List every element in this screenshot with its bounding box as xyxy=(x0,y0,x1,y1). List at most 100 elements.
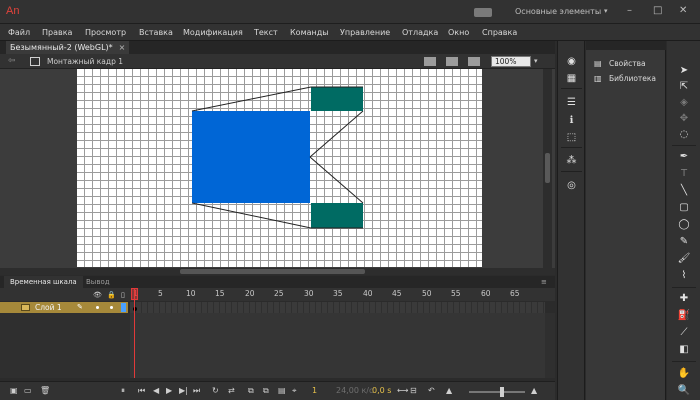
small-mountain-icon[interactable]: ▲ xyxy=(446,386,452,395)
brush-icon[interactable]: 🖌 xyxy=(677,253,691,265)
onion-outline-icon[interactable]: ⧉ xyxy=(263,386,269,396)
color-wheel-icon[interactable]: ▦ xyxy=(565,73,578,85)
teal-rectangle-top[interactable] xyxy=(311,87,363,111)
panel-library[interactable]: ▥ Библиотека xyxy=(594,74,656,86)
menu-window[interactable]: Окно xyxy=(448,28,469,37)
stage-vertical-scrollbar[interactable] xyxy=(543,69,552,269)
timeline-zoom-slider[interactable] xyxy=(469,391,525,393)
layer-outline-color[interactable] xyxy=(121,303,126,312)
menu-file[interactable]: Файл xyxy=(8,28,30,37)
sync-icon[interactable]: ⇄ xyxy=(228,386,235,395)
playhead[interactable] xyxy=(134,288,135,378)
play-icon[interactable]: ▶ xyxy=(166,386,172,395)
info-icon[interactable]: ℹ xyxy=(565,115,578,127)
3d-rotation-icon[interactable]: ✥ xyxy=(677,113,691,125)
back-arrow-icon[interactable]: ⇦ xyxy=(8,56,16,66)
delete-icon[interactable]: 🗑 xyxy=(40,386,50,395)
teal-rectangle-bottom[interactable] xyxy=(311,203,363,228)
frame-center-icon[interactable]: ⏸ xyxy=(121,386,125,396)
oval-tool-icon[interactable]: ◯ xyxy=(677,219,691,231)
selection-tool-icon[interactable]: ➤ xyxy=(677,65,691,77)
workspace-selector[interactable]: Основные элементы xyxy=(515,7,601,16)
slider-thumb[interactable] xyxy=(500,387,504,397)
tab-output[interactable]: Вывод xyxy=(80,276,116,288)
stage-canvas[interactable] xyxy=(77,69,482,267)
new-folder-icon[interactable]: ▭ xyxy=(24,386,32,395)
lasso-icon[interactable]: ◌ xyxy=(677,129,691,141)
stage-area[interactable] xyxy=(0,69,555,269)
bone-tool-icon[interactable]: ✚ xyxy=(677,293,691,305)
edit-multiple-icon[interactable]: ▤ xyxy=(278,386,286,395)
rectangle-tool-icon[interactable]: ▢ xyxy=(677,202,691,214)
visibility-dot[interactable] xyxy=(96,306,99,309)
pencil-icon[interactable]: ✎ xyxy=(677,236,691,248)
timeline-frames-area[interactable] xyxy=(130,313,545,378)
scroll-thumb[interactable] xyxy=(180,269,365,274)
menu-help[interactable]: Справка xyxy=(482,28,517,37)
menu-commands[interactable]: Команды xyxy=(290,28,329,37)
transform-icon[interactable]: ⬚ xyxy=(565,132,578,144)
lock-icon[interactable]: 🔒 xyxy=(107,291,116,299)
scroll-to-playhead-icon[interactable]: ⟷ xyxy=(397,386,408,395)
menu-view[interactable]: Просмотр xyxy=(85,28,126,37)
stage-shapes[interactable] xyxy=(77,69,482,267)
fps-value[interactable]: 24,00 к/с xyxy=(336,386,373,395)
paint-brush-icon[interactable]: ⌇ xyxy=(677,270,691,282)
layer-row[interactable]: Слой 1 ✎ xyxy=(0,302,128,313)
layer-frames[interactable] xyxy=(130,302,545,313)
scroll-thumb[interactable] xyxy=(545,153,550,183)
bucket-icon[interactable]: ⛽ xyxy=(677,310,691,322)
subselection-tool-icon[interactable]: ⇱ xyxy=(677,81,691,93)
menu-control[interactable]: Управление xyxy=(340,28,390,37)
line-tool-icon[interactable]: ╲ xyxy=(677,185,691,197)
chevron-down-icon[interactable]: ▾ xyxy=(534,57,538,65)
center-stage-icon[interactable] xyxy=(468,57,480,66)
menu-text[interactable]: Текст xyxy=(254,28,278,37)
minimize-icon[interactable]: – xyxy=(627,5,632,16)
motion-presets-icon[interactable]: ◎ xyxy=(565,180,578,192)
close-icon[interactable]: × xyxy=(119,43,126,52)
undo-icon[interactable]: ↶ xyxy=(428,386,435,395)
frame-ruler[interactable]: 1 5 10 15 20 25 30 35 40 45 50 55 60 65 xyxy=(130,288,545,301)
pen-tool-icon[interactable]: ✒ xyxy=(677,151,691,163)
eye-icon[interactable]: 👁 xyxy=(93,291,102,299)
onion-skin-icon[interactable]: ⧉ xyxy=(248,386,254,396)
menu-modify[interactable]: Модификация xyxy=(183,28,243,37)
onion-marker-icon[interactable]: ⌖ xyxy=(292,386,297,396)
stage-horizontal-scrollbar[interactable] xyxy=(0,268,555,275)
text-tool-icon[interactable]: T xyxy=(677,168,691,180)
maximize-icon[interactable]: □ xyxy=(653,5,662,16)
lock-dot[interactable] xyxy=(110,306,113,309)
menu-insert[interactable]: Вставка xyxy=(139,28,173,37)
edit-scene-icon[interactable] xyxy=(424,57,436,66)
document-tab[interactable]: Безымянный-2 (WebGL)* × xyxy=(6,41,130,54)
workspace-switch-icon[interactable] xyxy=(474,8,492,17)
align-icon[interactable]: ☰ xyxy=(565,97,578,109)
new-layer-icon[interactable]: ▣ xyxy=(10,386,18,395)
blue-rectangle[interactable] xyxy=(192,111,310,203)
current-frame-value[interactable]: 1 xyxy=(312,386,317,395)
zoom-select[interactable]: 100% xyxy=(491,56,531,67)
panel-properties[interactable]: ▤ Свойства xyxy=(594,59,646,71)
eyedropper-icon[interactable]: ⟋ xyxy=(677,327,691,339)
menu-edit[interactable]: Правка xyxy=(42,28,72,37)
layer-name[interactable]: Слой 1 xyxy=(35,303,62,312)
zoom-out-icon[interactable]: ⊟ xyxy=(410,386,417,395)
first-frame-icon[interactable]: ⏮ xyxy=(138,386,145,396)
elapsed-time-value[interactable]: 0,0 s xyxy=(372,386,391,395)
zoom-icon[interactable]: 🔍 xyxy=(677,385,691,397)
large-mountain-icon[interactable]: ▲ xyxy=(531,386,537,395)
tab-timeline[interactable]: Временная шкала xyxy=(4,276,83,288)
eraser-icon[interactable]: ◧ xyxy=(677,344,691,356)
edit-symbol-icon[interactable] xyxy=(446,57,458,66)
menu-debug[interactable]: Отладка xyxy=(402,28,438,37)
free-transform-icon[interactable]: ◈ xyxy=(677,97,691,109)
chevron-down-icon[interactable]: ▾ xyxy=(604,7,608,15)
panel-menu-icon[interactable]: ≡ xyxy=(541,278,547,286)
color-swatches-icon[interactable]: ◉ xyxy=(565,56,578,68)
outline-icon[interactable]: ▯ xyxy=(121,291,125,299)
last-frame-icon[interactable]: ⏭ xyxy=(193,386,200,396)
next-frame-icon[interactable]: ▶| xyxy=(179,386,188,395)
components-icon[interactable]: ⁂ xyxy=(565,155,578,167)
prev-frame-icon[interactable]: ◀ xyxy=(153,386,159,395)
